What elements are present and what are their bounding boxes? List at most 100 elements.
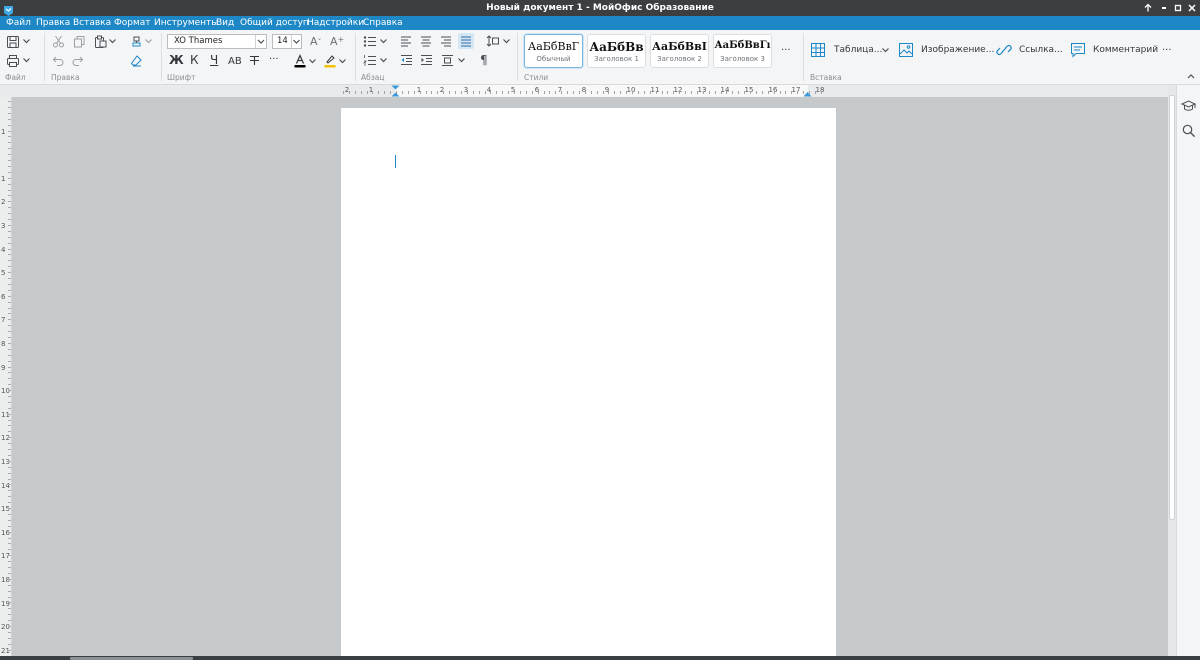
collapse-ribbon-icon[interactable] bbox=[1187, 73, 1195, 79]
ruler-tick bbox=[8, 591, 11, 592]
more-styles-button[interactable]: ··· bbox=[781, 45, 791, 56]
ruler-tick bbox=[785, 91, 786, 94]
chevron-down-icon[interactable] bbox=[380, 58, 387, 63]
numbered-list-icon[interactable] bbox=[363, 54, 377, 67]
chevron-down-icon[interactable] bbox=[255, 35, 266, 48]
font-name-select[interactable]: XO Thames bbox=[167, 34, 267, 49]
group-label-styles: Стили bbox=[524, 73, 549, 82]
line-spacing-icon[interactable] bbox=[486, 34, 500, 48]
shrink-font-mark: ˇ bbox=[317, 38, 322, 47]
increase-indent-icon[interactable] bbox=[420, 54, 433, 66]
insert-table-button[interactable]: Таблица... bbox=[834, 45, 882, 55]
scroll-down-icon[interactable] bbox=[1169, 649, 1175, 660]
italic-button[interactable]: К bbox=[190, 53, 199, 67]
align-left-icon[interactable] bbox=[400, 35, 412, 47]
menu-sharing[interactable]: Общий доступ bbox=[240, 16, 309, 30]
ruler-tick bbox=[750, 91, 751, 94]
bullet-list-icon[interactable] bbox=[363, 35, 377, 48]
chevron-down-icon[interactable] bbox=[23, 58, 30, 63]
cut-icon[interactable] bbox=[52, 35, 65, 48]
chevron-down-icon[interactable] bbox=[309, 59, 316, 64]
ruler-tick bbox=[8, 219, 11, 220]
style-name: Заголовок 1 bbox=[594, 55, 639, 63]
comment-icon[interactable] bbox=[1070, 42, 1086, 58]
bold-button[interactable]: Ж bbox=[169, 53, 184, 67]
more-insert-button[interactable]: ··· bbox=[1162, 45, 1172, 56]
search-icon[interactable] bbox=[1182, 124, 1196, 138]
chevron-down-icon[interactable] bbox=[380, 39, 387, 44]
minimize-icon[interactable] bbox=[1158, 2, 1170, 14]
print-icon[interactable] bbox=[6, 54, 20, 68]
redo-icon[interactable] bbox=[71, 54, 84, 67]
style-sample: АаБбВвI bbox=[652, 40, 707, 53]
ruler-tick bbox=[549, 91, 550, 94]
paste-icon[interactable] bbox=[94, 35, 107, 48]
more-font-options[interactable]: ··· bbox=[269, 54, 279, 65]
font-size-select[interactable]: 14 bbox=[272, 34, 302, 49]
decrease-indent-icon[interactable] bbox=[400, 54, 413, 66]
strikethrough-icon[interactable] bbox=[249, 55, 260, 66]
menu-insert[interactable]: Вставка bbox=[73, 16, 111, 30]
font-color-icon[interactable] bbox=[293, 54, 307, 68]
education-cap-icon[interactable] bbox=[1181, 99, 1196, 113]
menu-format[interactable]: Формат bbox=[114, 16, 151, 30]
maximize-icon[interactable] bbox=[1172, 2, 1184, 14]
ruler-tick bbox=[8, 142, 11, 143]
show-formatting-marks-button[interactable]: ¶ bbox=[480, 53, 488, 67]
chevron-down-icon[interactable] bbox=[23, 39, 30, 44]
save-icon[interactable] bbox=[6, 35, 20, 49]
insert-image-button[interactable]: Изображение... bbox=[921, 45, 994, 55]
chevron-down-icon[interactable] bbox=[339, 59, 346, 64]
ruler-number: 3 bbox=[1, 222, 6, 230]
close-icon[interactable] bbox=[1186, 2, 1198, 14]
copy-icon[interactable] bbox=[73, 35, 86, 48]
chevron-down-icon[interactable] bbox=[109, 39, 116, 44]
table-icon[interactable] bbox=[810, 42, 826, 58]
align-center-icon[interactable] bbox=[420, 35, 432, 47]
align-right-icon[interactable] bbox=[440, 35, 452, 47]
chevron-down-icon[interactable] bbox=[882, 48, 889, 53]
menu-addons[interactable]: Надстройки bbox=[307, 16, 364, 30]
grow-font-button[interactable]: A+ bbox=[330, 35, 344, 48]
insert-comment-button[interactable]: Комментарий bbox=[1093, 45, 1158, 55]
scrollbar-thumb[interactable] bbox=[1169, 95, 1175, 520]
style-heading-1[interactable]: АаБбВв Заголовок 1 bbox=[587, 34, 646, 68]
format-painter-icon[interactable] bbox=[130, 35, 143, 48]
ruler-tick bbox=[8, 213, 11, 214]
horizontal-scrollbar[interactable] bbox=[0, 656, 1200, 660]
eraser-icon[interactable] bbox=[130, 54, 143, 67]
style-normal[interactable]: АаБбВвГ Обычный bbox=[524, 34, 583, 68]
style-heading-2[interactable]: АаБбВвI Заголовок 2 bbox=[650, 34, 709, 68]
chevron-down-icon[interactable] bbox=[145, 39, 152, 44]
insert-link-button[interactable]: Ссылка... bbox=[1019, 45, 1063, 55]
align-justify-icon[interactable] bbox=[458, 33, 474, 49]
vertical-scrollbar[interactable] bbox=[1168, 85, 1176, 660]
undo-icon[interactable] bbox=[52, 54, 65, 67]
ruler-tick bbox=[8, 390, 11, 391]
underline-button[interactable]: Ч bbox=[210, 53, 218, 67]
menu-edit[interactable]: Правка bbox=[36, 16, 70, 30]
chevron-down-icon[interactable] bbox=[503, 39, 510, 44]
scroll-up-icon[interactable] bbox=[1169, 86, 1175, 100]
ruler-tick bbox=[8, 290, 11, 291]
vertical-ruler[interactable]: 1 1 2 3 4 5 6 7 8 9 10 11 12 13 14 15 16… bbox=[0, 97, 12, 660]
caps-button[interactable]: АВ bbox=[228, 55, 242, 69]
document-page[interactable] bbox=[341, 108, 836, 660]
menu-view[interactable]: Вид bbox=[216, 16, 234, 30]
menu-file[interactable]: Файл bbox=[6, 16, 31, 30]
style-heading-3[interactable]: АаБбВвГı Заголовок 3 bbox=[713, 34, 772, 68]
menu-tools[interactable]: Инструменты bbox=[154, 16, 218, 30]
ruler-tick bbox=[467, 91, 468, 94]
vertical-align-icon[interactable] bbox=[441, 54, 454, 67]
highlight-color-icon[interactable] bbox=[323, 54, 337, 68]
ruler-number: 15 bbox=[744, 86, 754, 94]
window-up-icon[interactable] bbox=[1142, 2, 1154, 14]
menu-help[interactable]: Справка bbox=[363, 16, 403, 30]
chevron-down-icon[interactable] bbox=[291, 35, 301, 48]
horizontal-ruler[interactable]: 2 1 1 2 3 4 5 6 7 8 9 10 11 12 13 14 15 … bbox=[0, 85, 1168, 97]
chevron-down-icon[interactable] bbox=[458, 58, 465, 63]
image-icon[interactable] bbox=[898, 42, 914, 58]
link-icon[interactable] bbox=[996, 42, 1012, 58]
shrink-font-button[interactable]: Aˇ bbox=[310, 35, 322, 48]
ruler-tick bbox=[738, 91, 739, 94]
